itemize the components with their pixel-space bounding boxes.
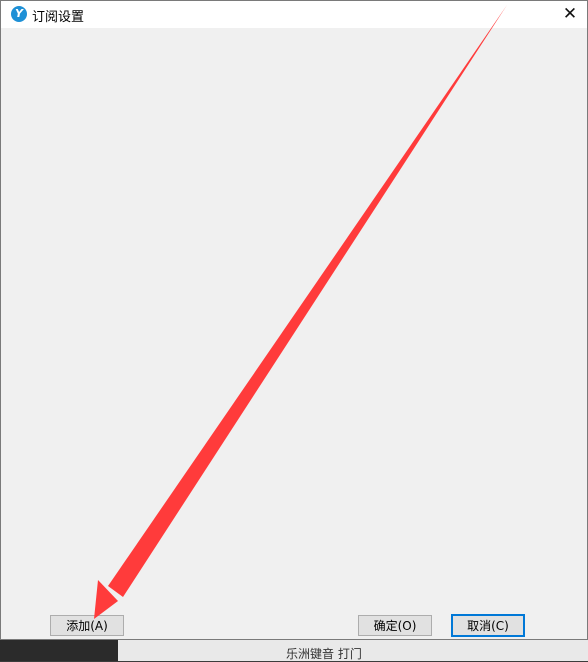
title-bar[interactable]: Y 订阅设置 ✕ <box>1 1 587 28</box>
add-button[interactable]: 添加(A) <box>50 615 124 636</box>
background-app-text: 乐洲键音 打门 <box>286 647 362 661</box>
subscription-settings-dialog: Y 订阅设置 ✕ 添加(A) 确定(O) 取消(C) <box>0 0 588 640</box>
app-logo-icon: Y <box>11 6 27 22</box>
ok-button[interactable]: 确定(O) <box>358 615 432 636</box>
background-app-strip: 乐洲键音 打门 <box>0 640 588 661</box>
close-icon: ✕ <box>562 4 578 24</box>
background-app-panel: 乐洲键音 打门 <box>118 640 588 661</box>
dialog-content-area <box>1 28 587 639</box>
window-title: 订阅设置 <box>32 10 85 25</box>
close-button[interactable]: ✕ <box>553 1 587 28</box>
cancel-button[interactable]: 取消(C) <box>451 614 525 637</box>
